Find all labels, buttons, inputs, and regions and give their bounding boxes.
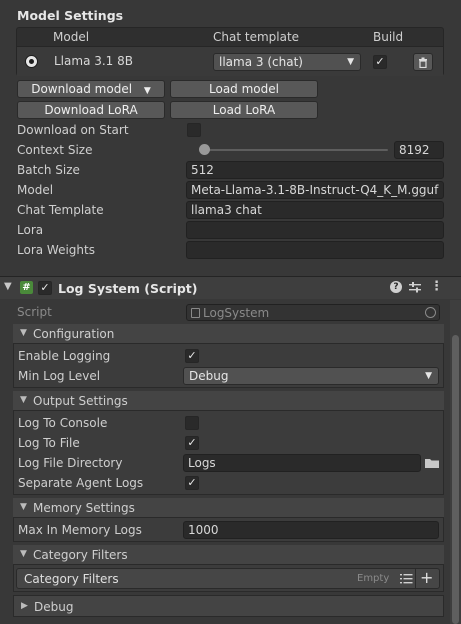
script-label: Script [17, 305, 52, 319]
max-in-memory-logs-label: Max In Memory Logs [18, 523, 142, 537]
min-log-level-dropdown[interactable]: Debug ▼ [183, 367, 439, 385]
kebab-menu-icon[interactable]: ⋮ [430, 279, 443, 294]
enable-logging-checkbox[interactable]: ✓ [185, 349, 199, 363]
script-field[interactable]: LogSystem [186, 304, 440, 321]
component-enabled-checkbox[interactable]: ✓ [38, 281, 52, 295]
log-file-directory-label: Log File Directory [18, 456, 123, 470]
debug-section-header[interactable]: ▶ Debug [13, 595, 444, 617]
log-file-directory-input[interactable]: Logs [183, 454, 421, 472]
enable-logging-label: Enable Logging [18, 349, 111, 363]
separate-agent-logs-checkbox[interactable]: ✓ [185, 476, 199, 490]
lora-label: Lora [17, 223, 44, 237]
component-header: ▼ # ✓ Log System (Script) ? ⋮ [0, 277, 461, 299]
memory-settings-title: Memory Settings [33, 501, 135, 515]
category-filters-list[interactable]: Category Filters Empty + [16, 568, 440, 589]
model-row[interactable]: Llama 3.1 8B llama 3 (chat) ▼ ✓ [17, 46, 443, 76]
delete-model-button[interactable] [413, 53, 433, 71]
chevron-down-icon: ▼ [143, 86, 151, 96]
scrollbar-thumb[interactable] [452, 335, 459, 624]
model-path-input[interactable]: Meta-Llama-3.1-8B-Instruct-Q4_K_M.gguf [186, 181, 444, 199]
build-checkbox[interactable]: ✓ [373, 55, 387, 69]
chevron-right-icon: ▶ [21, 601, 28, 611]
presets-icon[interactable] [409, 282, 421, 293]
add-icon[interactable]: + [420, 568, 433, 587]
output-settings-header[interactable]: ▼ Output Settings [13, 391, 444, 411]
download-on-start-label: Download on Start [17, 123, 129, 137]
script-file-icon [191, 308, 200, 318]
list-icon[interactable] [400, 573, 413, 584]
configuration-title: Configuration [33, 327, 115, 341]
model-label: Model [17, 183, 54, 197]
lora-weights-label: Lora Weights [17, 243, 95, 257]
separate-agent-logs-label: Separate Agent Logs [18, 476, 144, 490]
chevron-down-icon: ▼ [20, 395, 27, 405]
model-name: Llama 3.1 8B [54, 54, 133, 68]
trash-icon [419, 57, 427, 68]
column-build: Build [373, 30, 404, 44]
debug-title: Debug [34, 600, 74, 614]
configuration-header[interactable]: ▼ Configuration [13, 324, 444, 344]
chevron-down-icon: ▼ [425, 371, 432, 381]
context-size-input[interactable]: 8192 [394, 141, 444, 159]
batch-size-label: Batch Size [17, 163, 80, 177]
folder-icon[interactable] [424, 457, 440, 469]
context-size-slider[interactable] [200, 149, 388, 151]
chevron-down-icon: ▼ [20, 328, 27, 338]
chevron-down-icon: ▼ [20, 502, 27, 512]
lora-input[interactable] [186, 221, 444, 239]
min-log-level-value: Debug [189, 369, 229, 383]
chat-template-dropdown[interactable]: llama 3 (chat) ▼ [213, 53, 361, 71]
help-icon[interactable]: ? [390, 281, 402, 293]
object-picker-icon[interactable] [425, 307, 436, 318]
model-table: Model Chat template Build Llama 3.1 8B l… [16, 27, 444, 76]
log-to-file-checkbox[interactable]: ✓ [185, 436, 199, 450]
slider-handle[interactable] [199, 144, 210, 155]
download-model-label: Download model [31, 82, 133, 96]
min-log-level-label: Min Log Level [18, 369, 101, 383]
output-settings-title: Output Settings [33, 394, 128, 408]
chat-template-input[interactable]: llama3 chat [186, 201, 444, 219]
chevron-down-icon: ▼ [347, 57, 354, 67]
model-settings-title: Model Settings [17, 8, 124, 23]
chevron-down-icon: ▼ [20, 549, 27, 559]
batch-size-input[interactable]: 512 [186, 161, 444, 179]
log-to-file-label: Log To File [18, 436, 80, 450]
column-chat-template: Chat template [213, 30, 300, 44]
lora-weights-input[interactable] [186, 241, 444, 259]
column-model: Model [53, 30, 90, 44]
download-model-button[interactable]: Download model ▼ [17, 80, 165, 98]
divider [415, 569, 416, 588]
download-on-start-checkbox[interactable] [187, 123, 201, 137]
foldout-arrow-icon[interactable]: ▼ [4, 281, 12, 292]
load-model-button[interactable]: Load model [170, 80, 318, 98]
memory-settings-header[interactable]: ▼ Memory Settings [13, 498, 444, 518]
radio-selected-icon[interactable] [25, 55, 38, 68]
log-to-console-checkbox[interactable] [185, 416, 199, 430]
load-lora-button[interactable]: Load LoRA [170, 101, 318, 119]
chat-template-label: Chat Template [17, 203, 104, 217]
category-filters-header[interactable]: ▼ Category Filters [13, 545, 444, 565]
category-filters-list-label: Category Filters [24, 572, 119, 586]
log-to-console-label: Log To Console [18, 416, 108, 430]
scrollbar[interactable] [450, 300, 461, 624]
max-in-memory-logs-input[interactable]: 1000 [183, 521, 439, 539]
script-icon: # [20, 281, 33, 294]
download-lora-button[interactable]: Download LoRA [17, 101, 165, 119]
component-title: Log System (Script) [58, 281, 198, 296]
script-value: LogSystem [203, 306, 270, 320]
category-filters-title: Category Filters [33, 548, 128, 562]
empty-text: Empty [357, 573, 390, 584]
chat-template-value: llama 3 (chat) [219, 55, 303, 69]
context-size-label: Context Size [17, 143, 93, 157]
